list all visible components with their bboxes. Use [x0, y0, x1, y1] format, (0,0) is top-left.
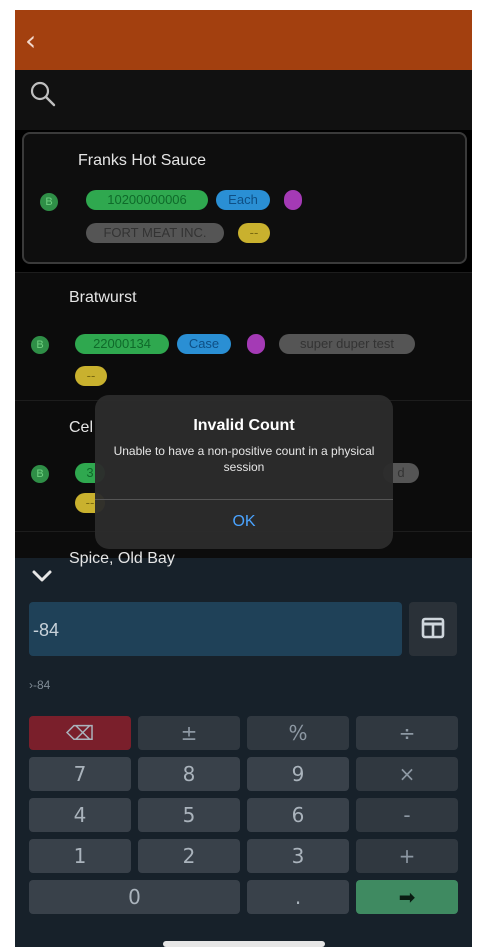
count-value: -84 [33, 620, 60, 640]
item-name: Cel [69, 419, 94, 436]
plus-key[interactable]: + [356, 839, 458, 873]
minus-key[interactable]: - [356, 798, 458, 832]
vendor-pill: super duper test [279, 334, 415, 354]
color-tag [247, 334, 265, 354]
unit-pill: Each [216, 190, 270, 210]
back-button[interactable]: ‹ [25, 26, 49, 56]
app-screen: ‹ Franks Hot Sauce B 10200000006 Each FO… [15, 10, 472, 947]
top-bar: ‹ [15, 10, 472, 70]
count-input[interactable]: -84 [29, 602, 402, 656]
calculator-keypad: -84 ›-84 ⌫ ± % ÷ 7 8 9 × 4 5 6 - 1 2 3 + [15, 558, 472, 947]
unit-pill: Case [177, 334, 231, 354]
home-indicator [163, 941, 325, 947]
enter-key[interactable]: ➡ [356, 880, 458, 914]
chevron-down-icon[interactable] [31, 568, 53, 584]
divider [95, 499, 393, 500]
decimal-key[interactable]: . [247, 880, 349, 914]
list-item[interactable]: Franks Hot Sauce B 10200000006 Each FORT… [22, 132, 467, 264]
status-badge: B [31, 465, 49, 483]
item-name: Spice, Old Bay [69, 550, 175, 567]
key-0[interactable]: 0 [29, 880, 240, 914]
vendor-pill: FORT MEAT INC. [86, 223, 224, 243]
color-tag [284, 190, 302, 210]
item-name: Franks Hot Sauce [78, 152, 207, 169]
key-4[interactable]: 4 [29, 798, 131, 832]
status-badge: B [31, 336, 49, 354]
search-bar[interactable] [15, 70, 472, 130]
key-2[interactable]: 2 [138, 839, 240, 873]
item-code-pill: 10200000006 [86, 190, 208, 210]
item-code-pill: 22000134 [75, 334, 169, 354]
key-1[interactable]: 1 [29, 839, 131, 873]
chevron-left-icon: ‹ [25, 24, 37, 57]
dialog-title: Invalid Count [193, 417, 295, 434]
key-9[interactable]: 9 [247, 757, 349, 791]
invalid-count-dialog: Invalid Count Unable to have a non-posit… [95, 395, 393, 549]
key-3[interactable]: 3 [247, 839, 349, 873]
extra-pill: -- [75, 366, 107, 386]
extra-pill: -- [238, 223, 270, 243]
plus-minus-key[interactable]: ± [138, 716, 240, 750]
multiply-key[interactable]: × [356, 757, 458, 791]
percent-key[interactable]: % [247, 716, 349, 750]
item-name: Bratwurst [69, 289, 137, 306]
key-5[interactable]: 5 [138, 798, 240, 832]
key-6[interactable]: 6 [247, 798, 349, 832]
calculator-icon [421, 617, 445, 639]
expression-text: ›-84 [29, 678, 51, 692]
key-8[interactable]: 8 [138, 757, 240, 791]
ok-button[interactable]: OK [95, 513, 393, 531]
list-item[interactable]: Bratwurst B 22000134 Case super duper te… [15, 273, 472, 400]
dialog-message: Unable to have a non-positive count in a… [113, 444, 375, 474]
search-icon[interactable] [29, 80, 57, 108]
delete-key[interactable]: ⌫ [29, 716, 131, 750]
divide-key[interactable]: ÷ [356, 716, 458, 750]
calculator-toggle-button[interactable] [409, 602, 457, 656]
key-7[interactable]: 7 [29, 757, 131, 791]
status-badge: B [40, 193, 58, 211]
